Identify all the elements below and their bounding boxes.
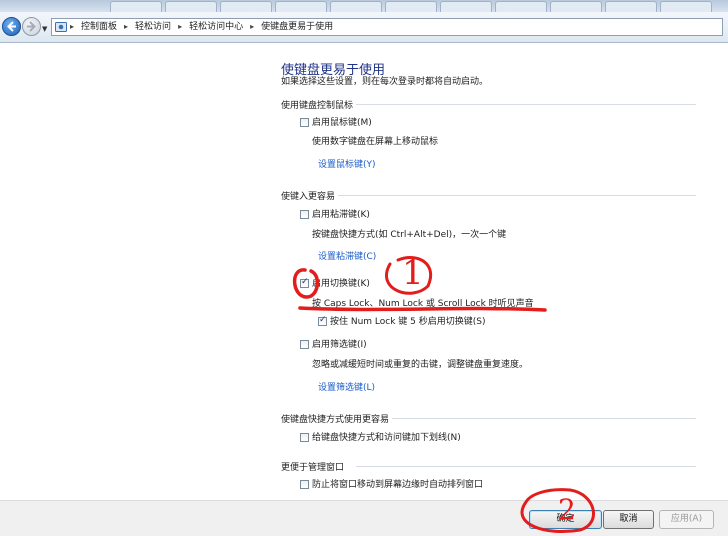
tab[interactable]: [385, 1, 437, 12]
section-heading-easier-typing: 使键入更容易: [281, 192, 336, 202]
section-divider: [356, 104, 696, 105]
breadcrumb-current-page[interactable]: 使键盘更易于使用: [261, 19, 333, 35]
annotation-number-1: 1: [402, 253, 424, 293]
section-divider: [356, 466, 696, 467]
section-divider: [392, 418, 696, 419]
tab[interactable]: [550, 1, 602, 12]
recent-pages-dropdown[interactable]: ▼: [42, 25, 47, 33]
tab[interactable]: [165, 1, 217, 12]
tab[interactable]: [330, 1, 382, 12]
chevron-right-icon: ▸: [70, 22, 75, 31]
tab[interactable]: [495, 1, 547, 12]
breadcrumb-ease-of-access-center[interactable]: 轻松访问中心: [189, 19, 243, 35]
num-lock-hold-label[interactable]: 按住 Num Lock 键 5 秒启用切换键(S): [330, 314, 486, 327]
setup-sticky-keys-link[interactable]: 设置粘滞键(C): [318, 249, 376, 262]
underline-shortcuts-checkbox[interactable]: [300, 433, 309, 442]
section-divider: [338, 195, 696, 196]
sticky-keys-description: 按键盘快捷方式(如 Ctrl+Alt+Del)，一次一个键: [312, 230, 507, 240]
control-panel-icon: [55, 22, 67, 32]
toggle-keys-checkbox[interactable]: [300, 277, 309, 288]
section-heading-mouse-keys: 使用键盘控制鼠标: [281, 101, 354, 111]
breadcrumb: ▸ 控制面板 ▸ 轻松访问 ▸ 轻松访问中心 ▸ 使键盘更易于使用: [70, 19, 333, 35]
toggle-keys-description: 按 Caps Lock、Num Lock 或 Scroll Lock 时听见声音: [312, 299, 534, 309]
toggle-keys-label[interactable]: 启用切换键(K): [312, 276, 370, 289]
dialog-footer: 确定 取消 应用(A): [0, 500, 728, 536]
prevent-arrange-label[interactable]: 防止将窗口移动到屏幕边缘时自动排列窗口: [312, 477, 483, 490]
num-lock-hold-checkbox[interactable]: [318, 315, 327, 326]
sticky-keys-label[interactable]: 启用粘滞键(K): [312, 207, 370, 220]
filter-keys-checkbox[interactable]: [300, 340, 309, 349]
tab[interactable]: [220, 1, 272, 12]
filter-keys-description: 忽略或减缓短时间或重复的击键，调整键盘重复速度。: [312, 360, 529, 370]
setup-filter-keys-link[interactable]: 设置筛选键(L): [318, 380, 375, 393]
navigation-bar: ▼ ▸ 控制面板 ▸ 轻松访问 ▸ 轻松访问中心 ▸ 使键盘更易于使用: [0, 12, 728, 43]
apply-button[interactable]: 应用(A): [659, 510, 714, 529]
page-subtitle: 如果选择这些设置，则在每次登录时都将自动启动。: [281, 77, 489, 87]
forward-button[interactable]: [22, 17, 41, 36]
setup-mouse-keys-link[interactable]: 设置鼠标键(Y): [318, 157, 376, 170]
chevron-right-icon: ▸: [250, 22, 255, 31]
taskbar-tab-strip: [0, 0, 728, 12]
settings-page: 使键盘更易于使用 如果选择这些设置，则在每次登录时都将自动启动。 使用键盘控制鼠…: [0, 43, 728, 500]
underline-shortcuts-label[interactable]: 给键盘快捷方式和访问键加下划线(N): [312, 430, 461, 443]
mouse-keys-description: 使用数字键盘在屏幕上移动鼠标: [312, 137, 439, 147]
tab[interactable]: [440, 1, 492, 12]
arrow-left-icon: [7, 21, 16, 32]
chevron-right-icon: ▸: [124, 22, 129, 31]
cancel-button[interactable]: 取消: [603, 510, 654, 529]
breadcrumb-control-panel[interactable]: 控制面板: [81, 19, 117, 35]
back-button[interactable]: [2, 17, 21, 36]
arrow-right-icon: [27, 21, 36, 32]
mouse-keys-checkbox[interactable]: [300, 118, 309, 127]
prevent-arrange-checkbox[interactable]: [300, 480, 309, 489]
address-bar[interactable]: ▸ 控制面板 ▸ 轻松访问 ▸ 轻松访问中心 ▸ 使键盘更易于使用: [51, 18, 723, 36]
section-heading-windows: 更便于管理窗口: [281, 463, 345, 473]
tab[interactable]: [110, 1, 162, 12]
section-heading-shortcuts: 使键盘快捷方式使用更容易: [281, 415, 390, 425]
mouse-keys-label[interactable]: 启用鼠标键(M): [312, 115, 372, 128]
tab[interactable]: [275, 1, 327, 12]
tab[interactable]: [605, 1, 657, 12]
tab[interactable]: [660, 1, 712, 12]
annotation-number-2: 2: [558, 493, 576, 526]
breadcrumb-ease-of-access[interactable]: 轻松访问: [135, 19, 171, 35]
chevron-right-icon: ▸: [178, 22, 183, 31]
sticky-keys-checkbox[interactable]: [300, 210, 309, 219]
filter-keys-label[interactable]: 启用筛选键(I): [312, 337, 367, 350]
